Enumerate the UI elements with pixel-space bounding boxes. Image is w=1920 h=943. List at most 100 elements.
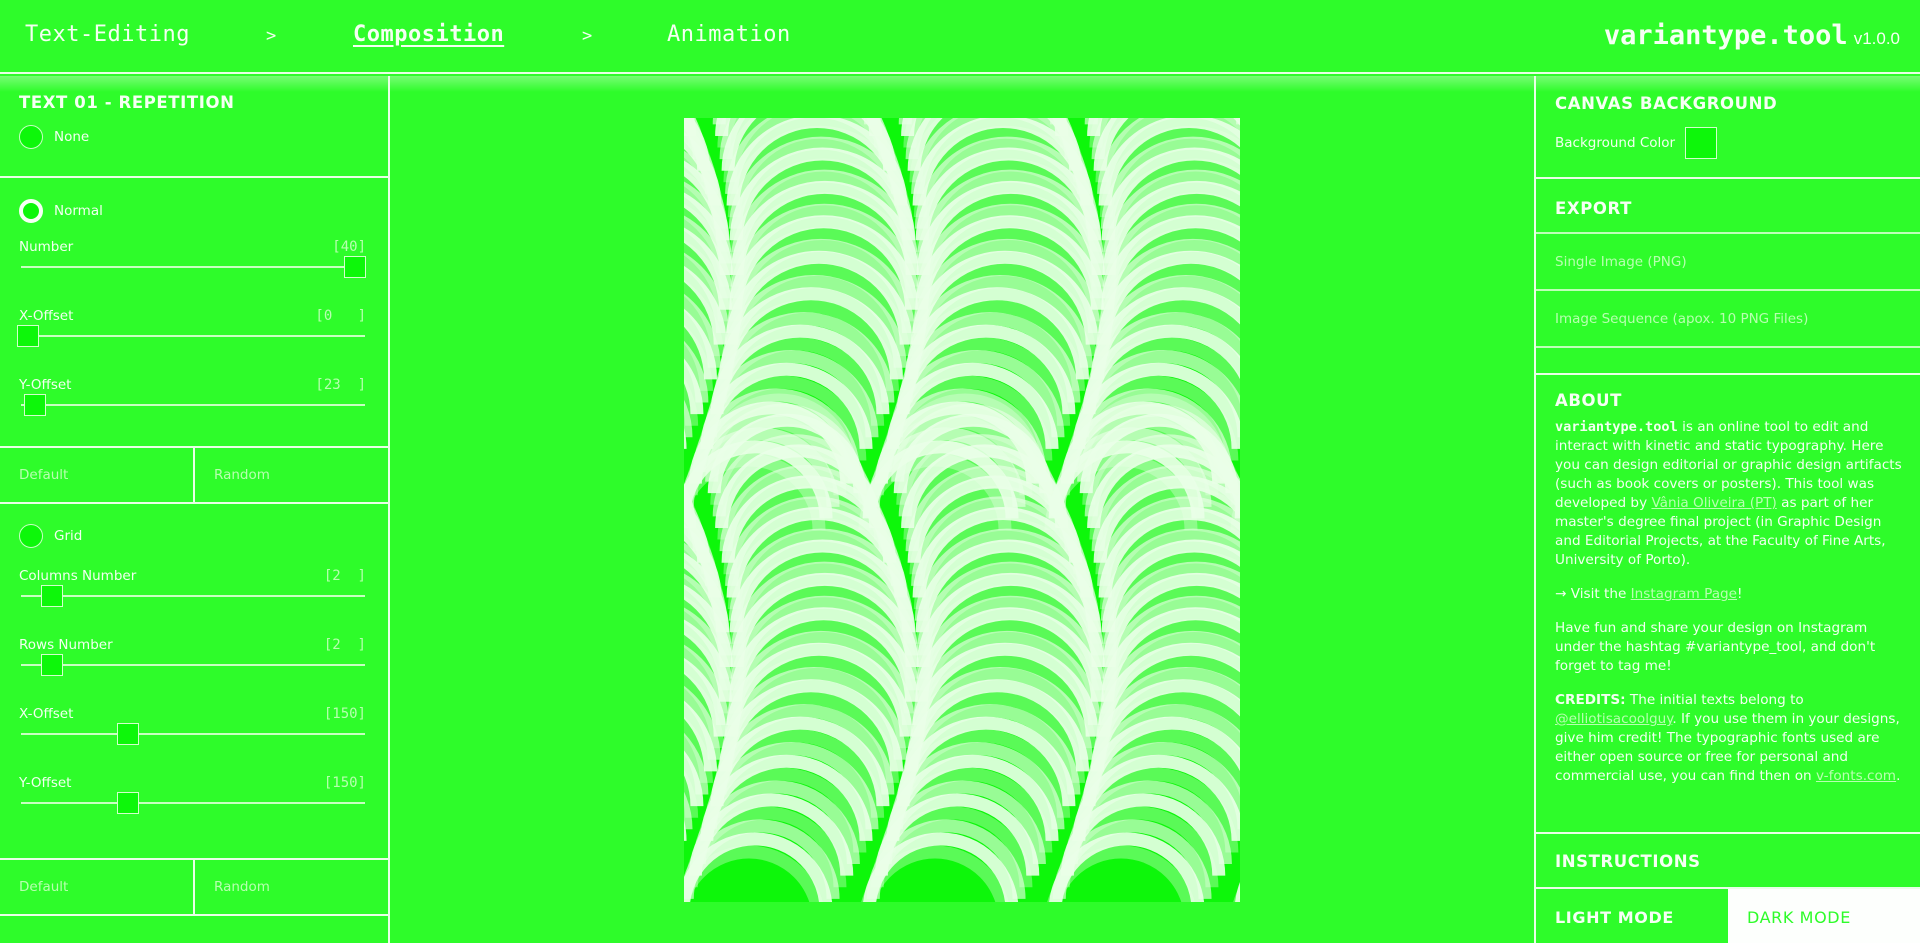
none-section: TEXT 01 - REPETITION None [0,76,388,178]
settings-panel: CANVAS BACKGROUND Background Color EXPOR… [1534,76,1920,943]
credits-paragraph: CREDITS: The initial texts belong to @el… [1555,691,1908,786]
step-separator: > [266,26,277,46]
step-text-editing[interactable]: Text-Editing [25,22,190,47]
radio-normal-label: Normal [54,203,103,219]
repetition-artwork [684,118,1240,902]
radio-grid-label: Grid [54,528,83,544]
step-separator: > [582,26,593,46]
panel-title: TEXT 01 - REPETITION [19,93,235,112]
export-section: EXPORT [1536,179,1920,234]
slider-value: [150] [323,775,366,791]
slider-thumb[interactable] [23,394,46,416]
dark-mode-button[interactable]: DARK MODE [1728,889,1920,943]
slider-value: [23 ] [315,377,366,393]
default-button[interactable]: Default [0,448,193,502]
slider-value: [40] [332,239,366,255]
slider-label: X-Offset [19,706,74,722]
radio-none[interactable]: None [19,125,388,149]
radio-grid[interactable]: Grid [19,524,82,548]
grid-section: Grid Columns Number [2 ] Rows Number [2 … [0,504,388,858]
composition-canvas[interactable] [684,118,1240,902]
slider-track[interactable] [21,585,365,607]
brand-version: v1.0.0 [1853,29,1900,48]
export-image-sequence-button[interactable]: Image Sequence (apox. 10 PNG Files) [1536,291,1920,348]
slider-columns-number: Columns Number [2 ] [0,568,388,637]
normal-button-row: Default Random [0,446,388,504]
about-brand: variantype.tool [1555,419,1678,435]
visit-text: → Visit the [1555,586,1631,602]
credits-text: . [1896,768,1901,784]
slider-label: Y-Offset [19,775,72,791]
radio-none-label: None [54,129,90,145]
slider-value: [2 ] [323,637,366,653]
step-animation[interactable]: Animation [667,22,791,47]
radio-grid-circle[interactable] [19,524,43,548]
credits-author-link[interactable]: @elliotisacoolguy [1555,711,1672,727]
top-navigation-bar: Text-Editing > Composition > Animation v… [0,0,1920,92]
export-single-image-button[interactable]: Single Image (PNG) [1536,234,1920,291]
about-paragraph: variantype.tool is an online tool to edi… [1555,418,1908,570]
normal-section: Normal Number [40] X-Offset [0 ] Y-Offse… [0,178,388,446]
slider-track[interactable] [21,654,365,676]
light-mode-button[interactable]: LIGHT MODE [1536,889,1728,943]
radio-normal[interactable]: Normal [19,199,103,223]
slider-track[interactable] [21,256,366,278]
instagram-link[interactable]: Instagram Page [1631,586,1737,602]
author-link[interactable]: Vânia Oliveira (PT) [1651,495,1776,511]
export-spacer [1536,348,1920,375]
brand-logo: variantype.tool v1.0.0 [1604,20,1900,51]
random-button[interactable]: Random [193,448,388,502]
visit-paragraph: → Visit the Instagram Page! [1555,585,1908,604]
brand-name: variantype.tool [1603,20,1848,51]
slider-value: [150] [323,706,366,722]
slider-value: [0 ] [315,308,366,324]
step-composition[interactable]: Composition [353,22,504,47]
slider-y-offset: Y-Offset [23 ] [0,377,388,446]
slider-track[interactable] [21,723,365,745]
normal-sliders: Number [40] X-Offset [0 ] Y-Offset [23 ] [0,239,388,446]
slider-thumb[interactable] [40,654,63,676]
slider-grid-y-offset: Y-Offset [150] [0,775,388,844]
visit-text: ! [1737,586,1743,602]
about-title: ABOUT [1555,391,1623,410]
slider-thumb[interactable] [343,256,366,278]
slider-thumb[interactable] [16,325,39,347]
share-paragraph: Have fun and share your design on Instag… [1555,620,1876,674]
background-color-label: Background Color [1555,135,1676,151]
v-fonts-link[interactable]: v-fonts.com [1816,768,1896,784]
slider-grid-x-offset: X-Offset [150] [0,706,388,775]
radio-none-circle[interactable] [19,125,43,149]
slider-label: Rows Number [19,637,113,653]
slider-thumb[interactable] [116,723,139,745]
radio-normal-circle[interactable] [19,199,43,223]
mode-toggle: LIGHT MODE DARK MODE [1536,889,1920,943]
credits-text: The initial texts belong to [1625,692,1804,708]
slider-label: Y-Offset [19,377,72,393]
instructions-section[interactable]: INSTRUCTIONS [1536,834,1920,889]
about-text: variantype.tool is an online tool to edi… [1555,418,1920,786]
random-button[interactable]: Random [193,860,388,914]
default-button[interactable]: Default [0,860,193,914]
slider-track[interactable] [16,325,365,347]
slider-track[interactable] [21,792,365,814]
canvas-background-title: CANVAS BACKGROUND [1555,94,1778,113]
slider-label: Columns Number [19,568,137,584]
slider-thumb[interactable] [116,792,139,814]
canvas-background-section: CANVAS BACKGROUND Background Color [1536,76,1920,179]
slider-value: [2 ] [323,568,366,584]
slider-number: Number [40] [0,239,388,308]
slider-thumb[interactable] [40,585,63,607]
background-color-swatch[interactable] [1685,127,1718,159]
repetition-panel: TEXT 01 - REPETITION None Normal Number … [0,76,390,943]
slider-rows-number: Rows Number [2 ] [0,637,388,706]
export-title: EXPORT [1555,199,1632,218]
slider-label: X-Offset [19,308,74,324]
grid-button-row: Default Random [0,858,388,916]
slider-track[interactable] [21,394,365,416]
background-color-row: Background Color [1555,127,1920,159]
slider-label: Number [19,239,74,255]
grid-sliders: Columns Number [2 ] Rows Number [2 ] X-O… [0,568,388,844]
slider-x-offset: X-Offset [0 ] [0,308,388,377]
credits-label: CREDITS: [1555,692,1626,708]
instructions-title: INSTRUCTIONS [1555,852,1701,871]
